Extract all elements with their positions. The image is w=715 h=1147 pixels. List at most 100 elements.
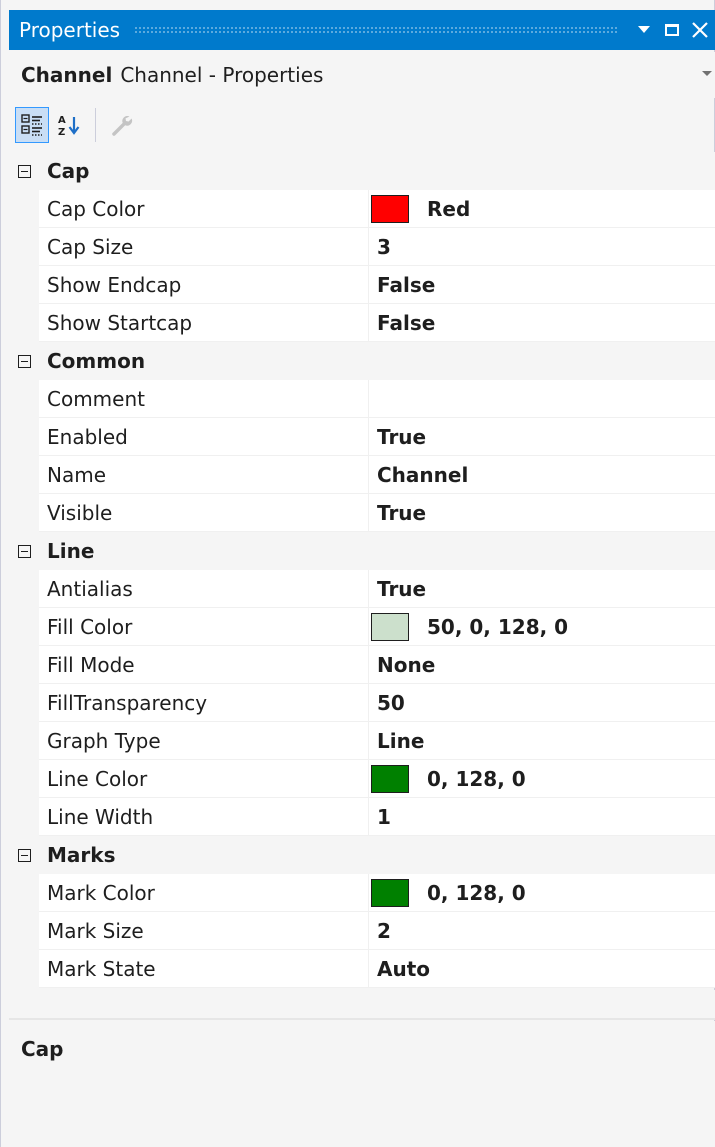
row-gutter — [9, 190, 39, 228]
property-value[interactable]: True — [369, 570, 715, 608]
property-row[interactable]: Comment — [9, 380, 715, 418]
property-row[interactable]: Fill Color 50, 0, 128, 0 — [9, 608, 715, 646]
property-value[interactable]: 2 — [369, 912, 715, 950]
property-value-text: Auto — [377, 956, 431, 981]
property-name[interactable]: Show Endcap — [39, 266, 369, 304]
property-value-text: True — [377, 576, 427, 601]
property-value[interactable]: Auto — [369, 950, 715, 988]
row-gutter — [9, 760, 39, 798]
maximize-button[interactable] — [658, 10, 686, 50]
grid-empty-area — [9, 990, 715, 1018]
property-row[interactable]: Visible True — [9, 494, 715, 532]
chevron-down-icon[interactable] — [702, 66, 712, 80]
category-label: Line — [47, 539, 95, 563]
collapse-icon[interactable] — [9, 532, 39, 570]
property-name[interactable]: Mark State — [39, 950, 369, 988]
property-row[interactable]: Cap Size 3 — [9, 228, 715, 266]
property-value[interactable]: Channel — [369, 456, 715, 494]
property-name[interactable]: Fill Mode — [39, 646, 369, 684]
color-swatch — [371, 878, 409, 907]
property-value-text: Channel — [377, 462, 469, 487]
object-selector[interactable]: Channel Channel - Properties — [9, 52, 715, 98]
property-row[interactable]: Show Endcap False — [9, 266, 715, 304]
property-value[interactable]: 1 — [369, 798, 715, 836]
property-row[interactable]: Mark State Auto — [9, 950, 715, 988]
row-gutter — [9, 798, 39, 836]
property-name[interactable]: Visible — [39, 494, 369, 532]
property-name[interactable]: Name — [39, 456, 369, 494]
property-value[interactable]: None — [369, 646, 715, 684]
property-name[interactable]: Mark Size — [39, 912, 369, 950]
property-name[interactable]: Enabled — [39, 418, 369, 456]
property-name[interactable]: Show Startcap — [39, 304, 369, 342]
property-value[interactable] — [369, 380, 715, 418]
property-pages-button[interactable] — [104, 107, 138, 143]
property-row[interactable]: Enabled True — [9, 418, 715, 456]
property-value[interactable]: False — [369, 266, 715, 304]
category-row[interactable]: Marks — [9, 836, 715, 874]
property-value[interactable]: 50, 0, 128, 0 — [369, 608, 715, 646]
row-gutter — [9, 304, 39, 342]
dropdown-arrow-icon — [638, 26, 650, 33]
description-splitter[interactable] — [9, 1018, 715, 1020]
window-menu-button[interactable] — [630, 10, 658, 50]
property-row[interactable]: FillTransparency 50 — [9, 684, 715, 722]
property-value[interactable]: True — [369, 418, 715, 456]
property-value[interactable]: 3 — [369, 228, 715, 266]
property-value[interactable]: 0, 128, 0 — [369, 760, 715, 798]
collapse-icon[interactable] — [9, 342, 39, 380]
property-value[interactable]: False — [369, 304, 715, 342]
property-row[interactable]: Graph Type Line — [9, 722, 715, 760]
property-name[interactable]: Cap Color — [39, 190, 369, 228]
object-type: Channel - Properties — [120, 63, 324, 87]
property-name[interactable]: Comment — [39, 380, 369, 418]
property-row[interactable]: Line Color 0, 128, 0 — [9, 760, 715, 798]
category-row[interactable]: Common — [9, 342, 715, 380]
property-name[interactable]: Fill Color — [39, 608, 369, 646]
wrench-icon — [112, 116, 133, 136]
property-row[interactable]: Fill Mode None — [9, 646, 715, 684]
property-row[interactable]: Line Width 1 — [9, 798, 715, 836]
collapse-icon[interactable] — [9, 152, 39, 190]
description-pane: Cap — [9, 1021, 715, 1147]
property-value-text: Line — [377, 728, 425, 753]
property-row[interactable]: Show Startcap False — [9, 304, 715, 342]
property-value[interactable]: 0, 128, 0 — [369, 874, 715, 912]
description-title: Cap — [21, 1037, 64, 1061]
properties-panel: Properties Channel Channel - Properties — [0, 0, 715, 1147]
alphabetical-button[interactable]: A Z — [53, 107, 87, 143]
row-gutter — [9, 380, 39, 418]
property-name[interactable]: Mark Color — [39, 874, 369, 912]
property-value[interactable]: True — [369, 494, 715, 532]
property-value[interactable]: Red — [369, 190, 715, 228]
property-row[interactable]: Mark Color 0, 128, 0 — [9, 874, 715, 912]
close-button[interactable] — [686, 10, 714, 50]
sort-az-icon: A Z — [58, 115, 80, 137]
row-gutter — [9, 228, 39, 266]
collapse-icon[interactable] — [9, 836, 39, 874]
row-gutter — [9, 950, 39, 988]
property-name[interactable]: Antialias — [39, 570, 369, 608]
property-row[interactable]: Mark Size 2 — [9, 912, 715, 950]
title-bar[interactable]: Properties — [9, 10, 715, 50]
drag-grip[interactable] — [134, 26, 618, 34]
property-value[interactable]: Line — [369, 722, 715, 760]
property-name[interactable]: Line Color — [39, 760, 369, 798]
property-value-text: 50, 0, 128, 0 — [427, 614, 569, 639]
svg-text:A: A — [58, 115, 66, 126]
property-name[interactable]: Cap Size — [39, 228, 369, 266]
property-value[interactable]: 50 — [369, 684, 715, 722]
property-value-text: False — [377, 310, 436, 335]
categorized-button[interactable] — [15, 107, 49, 143]
row-gutter — [9, 722, 39, 760]
property-name[interactable]: FillTransparency — [39, 684, 369, 722]
category-label: Marks — [47, 843, 116, 867]
category-row[interactable]: Line — [9, 532, 715, 570]
property-row[interactable]: Cap Color Red — [9, 190, 715, 228]
property-name[interactable]: Line Width — [39, 798, 369, 836]
property-row[interactable]: Antialias True — [9, 570, 715, 608]
property-row[interactable]: Name Channel — [9, 456, 715, 494]
category-row[interactable]: Cap — [9, 152, 715, 190]
property-name[interactable]: Graph Type — [39, 722, 369, 760]
properties-toolbar: A Z — [9, 100, 715, 150]
